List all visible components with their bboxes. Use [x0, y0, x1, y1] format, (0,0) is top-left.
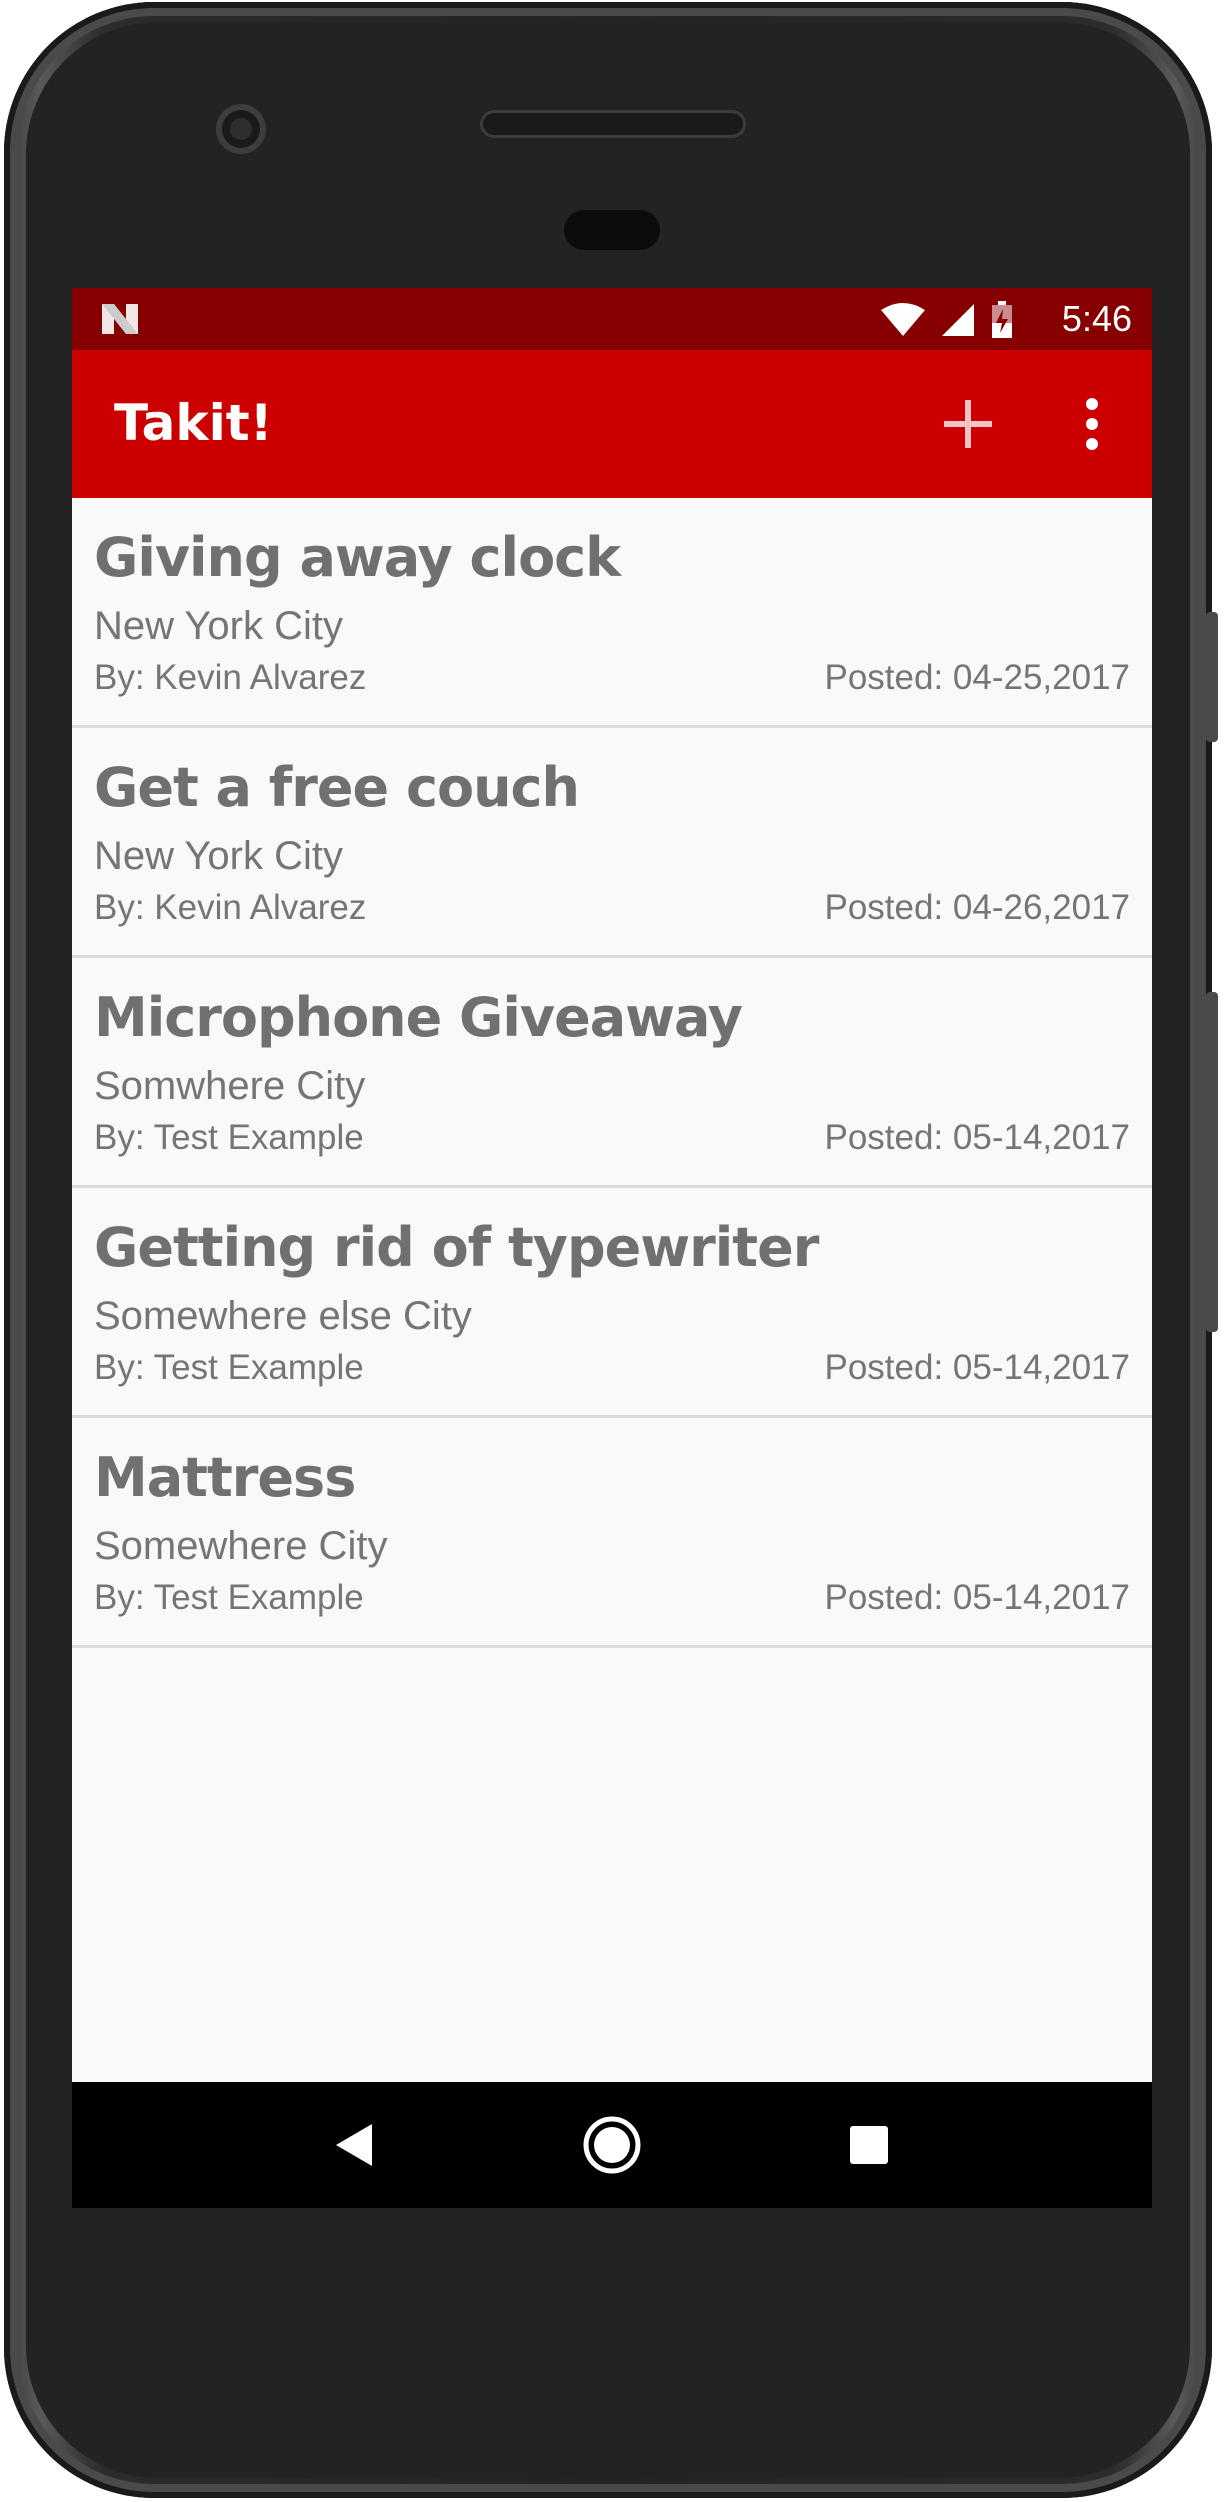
post-list: Giving away clock New York City By: Kevi…	[72, 498, 1152, 1648]
post-date: Posted: 04-26,2017	[824, 888, 1130, 927]
post-location: Somewhere else City	[94, 1294, 472, 1338]
post-location: Somewhere City	[94, 1524, 388, 1568]
back-icon[interactable]	[292, 2082, 418, 2208]
list-item[interactable]: Getting rid of typewriter Somewhere else…	[72, 1188, 1152, 1418]
post-location: New York City	[94, 604, 343, 648]
recents-icon[interactable]	[806, 2082, 932, 2208]
home-icon[interactable]	[549, 2082, 675, 2208]
proximity-sensor	[564, 210, 660, 250]
post-author: By: Test Example	[94, 1348, 364, 1387]
post-date: Posted: 05-14,2017	[824, 1578, 1130, 1617]
post-author: By: Test Example	[94, 1578, 364, 1617]
notification-n-icon	[102, 304, 138, 334]
post-author: By: Kevin Alvarez	[94, 888, 367, 927]
nav-bar	[72, 2082, 1152, 2208]
post-title: Getting rid of typewriter	[94, 1216, 819, 1279]
wifi-icon	[881, 303, 925, 336]
power-button	[1206, 612, 1218, 742]
post-title: Giving away clock	[94, 526, 621, 589]
list-item[interactable]: Giving away clock New York City By: Kevi…	[72, 498, 1152, 728]
list-item[interactable]: Microphone Giveaway Somwhere City By: Te…	[72, 958, 1152, 1188]
signal-icon	[942, 304, 974, 336]
status-time: 5:46	[1061, 298, 1132, 339]
post-location: Somwhere City	[94, 1064, 366, 1108]
post-title: Get a free couch	[94, 756, 580, 819]
list-item[interactable]: Mattress Somewhere City By: Test Example…	[72, 1418, 1152, 1648]
more-vert-icon[interactable]	[1072, 394, 1112, 454]
post-date: Posted: 05-14,2017	[824, 1348, 1130, 1387]
add-icon[interactable]	[938, 394, 998, 454]
battery-charging-icon	[992, 301, 1012, 338]
phone-frame: 5:46 Takit! Giving away clock New York C…	[4, 2, 1218, 2498]
app-bar: Takit!	[72, 350, 1152, 498]
post-title: Mattress	[94, 1446, 356, 1509]
post-title: Microphone Giveaway	[94, 986, 743, 1049]
volume-button	[1206, 992, 1218, 1332]
post-location: New York City	[94, 834, 343, 878]
post-author: By: Kevin Alvarez	[94, 658, 367, 697]
post-date: Posted: 05-14,2017	[824, 1118, 1130, 1157]
post-date: Posted: 04-25,2017	[824, 658, 1130, 697]
earpiece-speaker	[480, 110, 746, 138]
front-camera	[216, 104, 266, 154]
status-bar: 5:46	[72, 288, 1152, 350]
post-author: By: Test Example	[94, 1118, 364, 1157]
screen: 5:46 Takit! Giving away clock New York C…	[72, 288, 1152, 2208]
list-item[interactable]: Get a free couch New York City By: Kevin…	[72, 728, 1152, 958]
app-title: Takit!	[114, 394, 273, 452]
